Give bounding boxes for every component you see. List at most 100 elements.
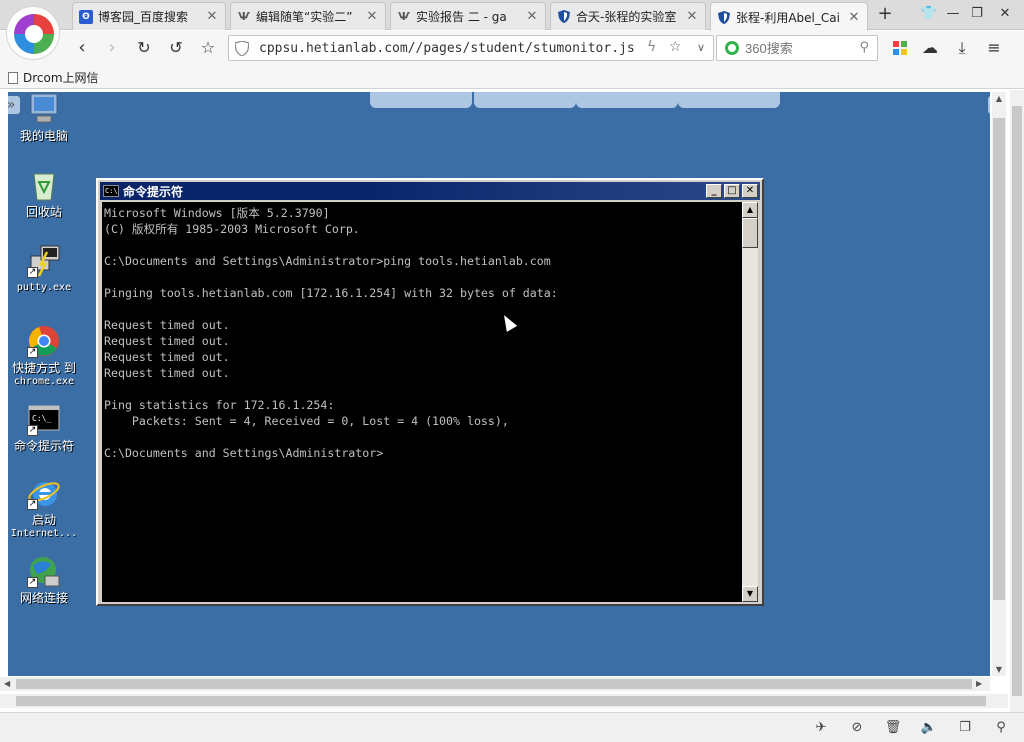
- scroll-up-arrow-icon[interactable]: ▲: [992, 94, 1006, 103]
- scroll-down-arrow-icon[interactable]: ▼: [992, 665, 1006, 674]
- scroll-right-arrow-icon[interactable]: ▶: [976, 677, 982, 691]
- browser-logo-icon[interactable]: [6, 6, 60, 60]
- scroll-up-arrow-icon[interactable]: ▲: [742, 202, 758, 218]
- console-line[interactable]: C:\Documents and Settings\Administrator>: [104, 445, 740, 461]
- console-line: (C) 版权所有 1985-2003 Microsoft Corp.: [104, 222, 360, 236]
- menu-icon[interactable]: ≡: [982, 36, 1006, 60]
- console-icon: C:\: [103, 185, 119, 197]
- hetian-icon: Ѱ: [398, 10, 410, 23]
- scroll-thumb[interactable]: [16, 679, 972, 689]
- tab-edit-post[interactable]: Ѱ 编辑随笔“实验二” ✕: [230, 2, 386, 30]
- tab-lab[interactable]: 合天-张程的实验室 ✕: [550, 2, 706, 30]
- minimize-button[interactable]: —: [942, 4, 964, 24]
- search-icon[interactable]: ⚲: [859, 40, 869, 55]
- address-bar[interactable]: cppsu.hetianlab.com//pages/student/stumo…: [228, 35, 714, 61]
- expand-right-icon[interactable]: «: [988, 96, 990, 114]
- close-icon[interactable]: ✕: [685, 9, 699, 24]
- rocket-icon[interactable]: ✈: [812, 719, 830, 737]
- internet-explorer-icon: ↗: [27, 476, 61, 510]
- close-button[interactable]: ✕: [742, 184, 758, 198]
- desktop-icon-putty[interactable]: ↗ putty.exe: [8, 244, 82, 295]
- tab-label: 张程-利用Abel_Cai: [736, 10, 840, 25]
- address-url[interactable]: cppsu.hetianlab.com//pages/student/stumo…: [259, 41, 639, 56]
- download-icon[interactable]: ⤓: [950, 36, 974, 60]
- console-output[interactable]: Microsoft Windows [版本 5.2.3790] (C) 版权所有…: [102, 202, 742, 602]
- undo-close-button[interactable]: ↺: [164, 36, 188, 60]
- chrome-icon: ↗: [27, 324, 61, 358]
- close-icon[interactable]: ✕: [205, 9, 219, 24]
- page-vertical-scrollbar[interactable]: [1010, 90, 1024, 714]
- favorite-star-button[interactable]: ☆: [196, 36, 220, 60]
- vm-control-button-1[interactable]: [370, 92, 472, 108]
- shortcut-arrow-icon: ↗: [27, 499, 38, 510]
- tab-baidu[interactable]: ʘ 博客园_百度搜索 ✕: [72, 2, 226, 30]
- desktop-horizontal-scrollbar[interactable]: ◀ ▶: [0, 677, 990, 691]
- console-line: Ping statistics for 172.16.1.254:: [104, 398, 335, 412]
- lightning-icon[interactable]: ϟ: [647, 39, 656, 55]
- command-prompt-window[interactable]: C:\ 命令提示符 _ □ ✕ Microsoft Windows [版本 5.…: [96, 178, 764, 606]
- page-viewport: » « 我的电脑 回收站 ↗ putty.exe ↗: [0, 90, 1024, 714]
- scroll-left-arrow-icon[interactable]: ◀: [4, 677, 10, 691]
- putty-icon: ↗: [27, 244, 61, 278]
- accelerate-icon[interactable]: ⊘: [848, 719, 866, 737]
- console-scrollbar[interactable]: ▲ ▼: [742, 202, 758, 602]
- search-input[interactable]: [745, 39, 855, 57]
- console-line: Request timed out.: [104, 318, 230, 332]
- page-horizontal-scrollbar[interactable]: [0, 694, 1008, 708]
- forward-button[interactable]: ›: [100, 36, 124, 60]
- tab-report[interactable]: Ѱ 实验报告 二 - ga ✕: [390, 2, 546, 30]
- shirt-icon[interactable]: 👕: [918, 4, 940, 24]
- console-line: C:\Documents and Settings\Administrator>…: [104, 254, 551, 268]
- icon-label: 快捷方式 到: [12, 361, 76, 375]
- scroll-down-arrow-icon[interactable]: ▼: [742, 586, 758, 602]
- back-button[interactable]: ‹: [70, 36, 94, 60]
- svg-text:C:\_: C:\_: [32, 414, 51, 423]
- vm-control-button-4[interactable]: [678, 92, 780, 108]
- desktop-vertical-scrollbar[interactable]: ▲ ▼: [992, 92, 1006, 676]
- console-line: Pinging tools.hetianlab.com [172.16.1.25…: [104, 286, 558, 300]
- bookmark-drcom[interactable]: Drcom上网信: [8, 69, 99, 86]
- desktop-icon-chrome[interactable]: ↗ 快捷方式 到 chrome.exe: [8, 324, 82, 389]
- bookmark-star-icon[interactable]: ☆: [669, 39, 682, 55]
- paw-icon: ʘ: [79, 9, 93, 24]
- speaker-icon[interactable]: 🔈: [920, 719, 938, 737]
- console-line: Request timed out.: [104, 366, 230, 380]
- tab-active-experiment[interactable]: 张程-利用Abel_Cai ✕: [710, 2, 868, 31]
- close-icon[interactable]: ✕: [847, 10, 861, 25]
- scroll-thumb[interactable]: [993, 118, 1005, 600]
- shortcut-arrow-icon: ↗: [27, 347, 38, 358]
- window-titlebar[interactable]: C:\ 命令提示符 _ □ ✕: [100, 182, 760, 200]
- remote-desktop[interactable]: » « 我的电脑 回收站 ↗ putty.exe ↗: [8, 92, 990, 676]
- search-engine-icon: [725, 41, 739, 55]
- scroll-thumb[interactable]: [16, 696, 986, 706]
- apps-grid-icon[interactable]: [888, 36, 912, 60]
- scroll-thumb[interactable]: [742, 218, 758, 248]
- vm-control-button-3[interactable]: [576, 92, 678, 108]
- restore-button[interactable]: ❐: [966, 4, 988, 24]
- window-icon[interactable]: ❐: [956, 719, 974, 737]
- zoom-icon[interactable]: ⚲: [992, 719, 1010, 737]
- close-window-button[interactable]: ✕: [994, 4, 1016, 24]
- cloud-icon[interactable]: ☁: [918, 36, 942, 60]
- new-tab-button[interactable]: +: [874, 4, 896, 24]
- vm-control-button-2[interactable]: [474, 92, 576, 108]
- scroll-thumb[interactable]: [1012, 106, 1022, 696]
- shortcut-arrow-icon: ↗: [27, 425, 38, 436]
- trash-icon[interactable]: 🗑: [884, 719, 902, 737]
- maximize-button[interactable]: □: [724, 184, 740, 198]
- icon-label: 回收站: [25, 205, 62, 219]
- desktop-icon-network[interactable]: ↗ 网络连接: [8, 554, 82, 605]
- minimize-button[interactable]: _: [706, 184, 722, 198]
- search-box[interactable]: ⚲: [716, 35, 878, 61]
- close-icon[interactable]: ✕: [525, 9, 539, 24]
- desktop-icon-cmd[interactable]: C:\_ ↗ 命令提示符: [8, 402, 82, 453]
- refresh-button[interactable]: ↻: [132, 36, 156, 60]
- desktop-icon-recycle-bin[interactable]: 回收站: [8, 168, 82, 219]
- close-icon[interactable]: ✕: [365, 9, 379, 24]
- tab-label: 编辑随笔“实验二”: [256, 10, 353, 24]
- desktop-icon-internet[interactable]: ↗ 启动 Internet...: [8, 476, 82, 541]
- icon-label: 启动: [31, 513, 56, 527]
- desktop-icon-my-computer[interactable]: 我的电脑: [8, 92, 82, 143]
- chevron-down-icon[interactable]: ∨: [697, 41, 705, 54]
